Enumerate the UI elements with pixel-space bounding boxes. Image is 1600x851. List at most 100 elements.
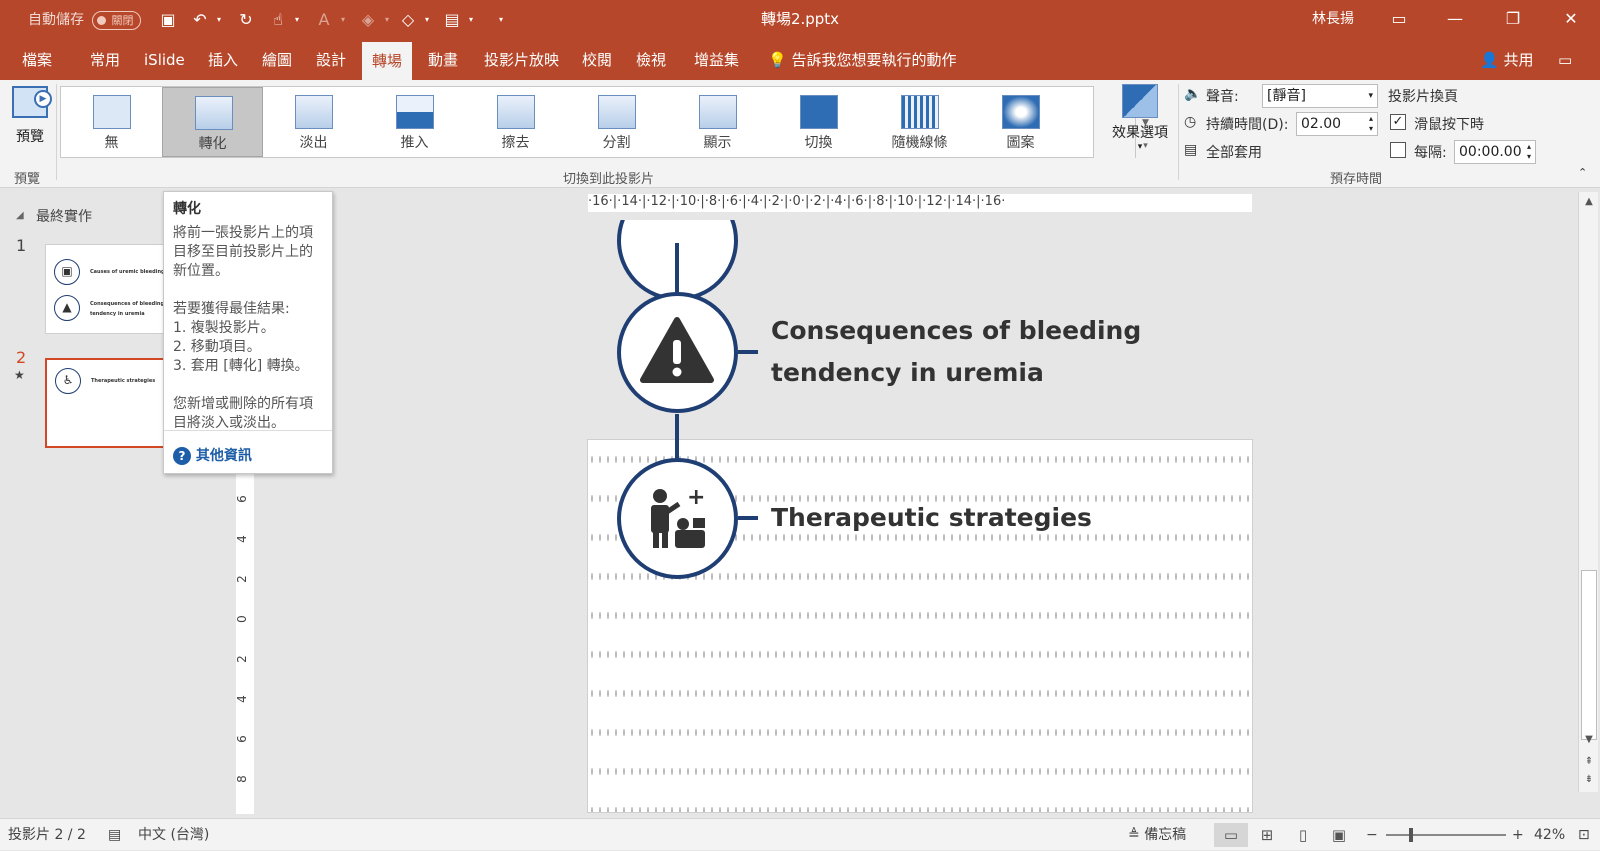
vertical-scrollbar[interactable]: ▲ ▼ ⇞ ⇟ <box>1578 192 1598 792</box>
transition-random-bars[interactable]: 隨機線條 <box>869 87 970 157</box>
share-button[interactable]: 👤 共用 <box>1470 40 1543 80</box>
slide-heading-therapeutic[interactable]: Therapeutic strategies <box>771 496 1092 539</box>
transition-shape[interactable]: 圖案 <box>970 87 1071 157</box>
tab-insert[interactable]: 插入 <box>198 40 248 80</box>
spell-check-icon[interactable]: ▤ <box>108 819 121 851</box>
zoom-level[interactable]: 42% <box>1534 819 1565 851</box>
transition-cut[interactable]: 切換 <box>768 87 869 157</box>
after-time-input[interactable]: 00:00.00 ▴ ▾ <box>1454 140 1536 164</box>
fade-icon <box>295 95 333 129</box>
tab-draw[interactable]: 繪圖 <box>252 40 302 80</box>
more-info-link[interactable]: ? 其他資訊 <box>173 445 252 465</box>
scroll-thumb[interactable] <box>1581 570 1597 740</box>
scroll-down-icon[interactable]: ▼ <box>1581 732 1597 748</box>
slide-number-2: 2 <box>16 348 27 367</box>
duration-input[interactable]: 02.00 ▴ ▾ <box>1296 112 1378 136</box>
fit-to-window-icon[interactable]: ⊡ <box>1578 819 1590 851</box>
slideshow-button[interactable]: ▣ <box>1322 823 1356 847</box>
duration-value: 02.00 <box>1301 116 1342 132</box>
tab-home[interactable]: 常用 <box>80 40 130 80</box>
next-slide-icon[interactable]: ⇟ <box>1581 772 1597 788</box>
effect-options-button[interactable]: 效果選項 ▾ <box>1108 84 1172 164</box>
slide-counter[interactable]: 投影片 2 / 2 <box>8 819 86 851</box>
tab-islide[interactable]: iSlide <box>134 40 195 80</box>
minimize-icon[interactable]: — <box>1432 0 1478 38</box>
lightbulb-icon: 💡 <box>768 51 787 69</box>
after-checkbox[interactable] <box>1390 142 1406 158</box>
tab-file[interactable]: 檔案 <box>12 40 62 80</box>
tab-addins[interactable]: 增益集 <box>684 40 749 80</box>
gallery-label: 擦去 <box>501 135 530 151</box>
reading-view-button[interactable]: ▯ <box>1286 823 1320 847</box>
tell-me-box[interactable]: 💡 告訴我您想要執行的動作 <box>758 40 966 80</box>
sound-label: 聲音: <box>1206 89 1239 105</box>
ruler-tick: 8 <box>234 775 249 783</box>
collapse-ribbon-icon[interactable]: ⌃ <box>1578 166 1587 179</box>
transition-split[interactable]: 分割 <box>566 87 667 157</box>
preview-label: 預覽 <box>16 129 44 145</box>
comments-icon[interactable]: ▭ <box>1548 40 1582 80</box>
transition-wipe[interactable]: 擦去 <box>465 87 566 157</box>
scroll-up-icon[interactable]: ▲ <box>1581 194 1597 210</box>
tooltip-line: 新位置。 <box>173 263 229 279</box>
gallery-label: 圖案 <box>1006 135 1035 151</box>
slide-sorter-button[interactable]: ⊞ <box>1250 823 1284 847</box>
transition-push[interactable]: 推入 <box>364 87 465 157</box>
slide-heading-consequences-2[interactable]: tendency in uremia <box>771 351 1044 394</box>
gallery-label: 淡出 <box>299 135 328 151</box>
on-click-checkbox[interactable]: ✓ <box>1390 114 1406 130</box>
tab-slideshow[interactable]: 投影片放映 <box>474 40 569 80</box>
ruler-tick: 6 <box>234 495 249 503</box>
ruler-tick: 4 <box>234 695 249 703</box>
normal-view-button[interactable]: ▭ <box>1214 823 1248 847</box>
thumb-doctor-icon: ▣ <box>54 259 80 285</box>
tab-transitions[interactable]: 轉場 <box>362 42 413 80</box>
transition-reveal[interactable]: 顯示 <box>667 87 768 157</box>
previous-slide-icon[interactable]: ⇞ <box>1581 754 1597 770</box>
thumb-text: Consequences of bleeding <box>90 301 165 307</box>
transition-fade[interactable]: 淡出 <box>263 87 364 157</box>
connector-stub <box>738 516 758 520</box>
therapy-circle[interactable]: + <box>617 458 738 579</box>
user-name[interactable]: 林長揚 <box>1312 0 1354 38</box>
transition-morph[interactable]: 轉化 <box>162 87 263 157</box>
ruler-tick: 2 <box>234 655 249 663</box>
slide-thumbnail-1[interactable]: ▣ Causes of uremic bleeding ▲ Consequenc… <box>45 244 167 334</box>
transition-star-icon: ★ <box>14 368 25 382</box>
share-label: 共用 <box>1503 51 1534 69</box>
ribbon-display-icon[interactable]: ▭ <box>1376 0 1422 38</box>
timing-group-label: 預存時間 <box>1330 172 1383 187</box>
zoom-slider[interactable] <box>1386 834 1506 836</box>
tab-design[interactable]: 設計 <box>306 40 356 80</box>
spinner-icon[interactable]: ▴ ▾ <box>1527 142 1531 162</box>
section-title[interactable]: 最終實作 <box>36 206 92 226</box>
language-indicator[interactable]: 中文 (台灣) <box>138 819 209 851</box>
close-icon[interactable]: ✕ <box>1548 0 1594 38</box>
slide-heading-consequences-1[interactable]: Consequences of bleeding <box>771 309 1141 352</box>
notes-button[interactable]: ≜ 備忘稿 <box>1128 819 1186 851</box>
spinner-icon[interactable]: ▴ ▾ <box>1369 114 1373 134</box>
transition-none[interactable]: 無 <box>61 87 162 157</box>
zoom-in-icon[interactable]: + <box>1512 819 1524 851</box>
preview-icon: ▶ <box>12 86 52 118</box>
ruler-tick: 4 <box>234 535 249 543</box>
effect-options-dropdown-icon: ▾ <box>1137 142 1143 152</box>
sound-select[interactable]: [靜音] ▾ <box>1262 84 1378 108</box>
tab-view[interactable]: 檢視 <box>626 40 676 80</box>
tooltip-line: 若要獲得最佳結果: <box>173 301 290 317</box>
section-collapse-icon[interactable]: ◢ <box>16 210 24 221</box>
thumb-text: tendency in uremia <box>90 311 145 317</box>
title-bar: 自動儲存 關閉 ▣ ↶ ▾ ↻ ☝ ▾ A ▾ ◈ ▾ ◇ ▾ ▤ ▾ ▾ 轉場… <box>0 0 1600 40</box>
preview-button[interactable]: ▶ 預覽 <box>8 86 52 156</box>
restore-icon[interactable]: ❐ <box>1490 0 1536 38</box>
gallery-label: 切換 <box>804 135 833 151</box>
tab-review[interactable]: 校閱 <box>572 40 622 80</box>
tab-animations[interactable]: 動畫 <box>418 40 468 80</box>
ribbon-tabs: 檔案 常用 iSlide 插入 繪圖 設計 轉場 動畫 投影片放映 校閱 檢視 … <box>0 40 1600 80</box>
horizontal-ruler: ·16·|·14·|·12·|·10·|·8·|·6·|·4·|·2·|·0·|… <box>588 194 1252 212</box>
slide-thumbnail-2[interactable]: ♿ Therapeutic strategies <box>45 358 167 448</box>
zoom-out-icon[interactable]: − <box>1366 819 1378 851</box>
apply-all-button[interactable]: 全部套用 <box>1206 142 1262 162</box>
zoom-slider-knob[interactable] <box>1409 828 1413 842</box>
warning-circle[interactable] <box>617 292 738 413</box>
